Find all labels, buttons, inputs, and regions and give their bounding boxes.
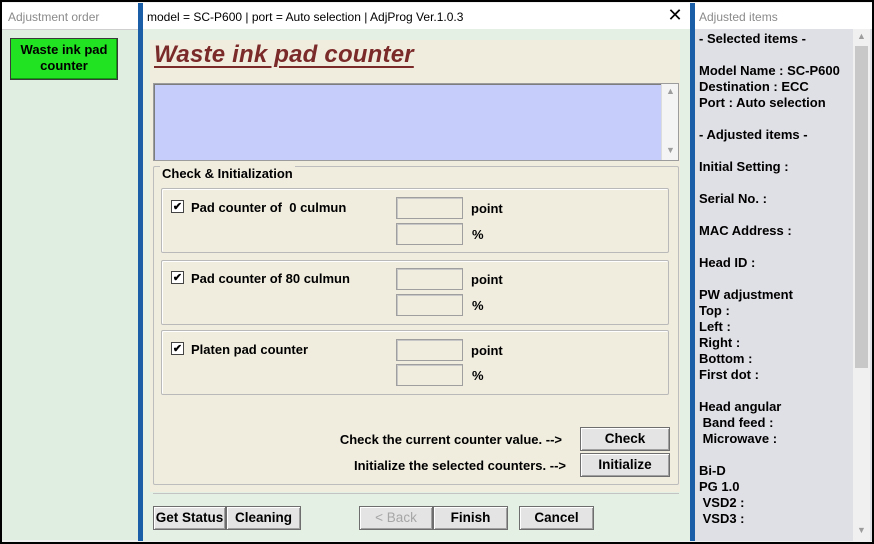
- platen-percent-field[interactable]: [396, 364, 463, 386]
- unit-percent: %: [472, 298, 484, 313]
- adjusted-item-line: Left :: [699, 319, 731, 334]
- adjusted-item-line: Serial No. :: [699, 191, 767, 206]
- window-title: model = SC-P600 | port = Auto selection …: [143, 3, 690, 29]
- group-label: Check & Initialization: [160, 166, 295, 181]
- scroll-down-icon[interactable]: ▼: [853, 525, 870, 535]
- adjusted-item-line: [699, 239, 853, 255]
- unit-point: point: [471, 272, 503, 287]
- adjusted-item-line: Band feed :: [699, 415, 774, 430]
- adjusted-item-line: Top :: [699, 303, 730, 318]
- adjustment-order-title: Adjustment order: [2, 3, 138, 29]
- close-icon[interactable]: ✕: [664, 4, 686, 26]
- check-hint: Check the current counter value. -->: [339, 432, 562, 447]
- check-button[interactable]: Check: [580, 427, 670, 451]
- adjusted-item-line: [699, 111, 853, 127]
- pad-80-point-field[interactable]: [396, 268, 463, 290]
- page-title: Waste ink pad counter: [154, 41, 414, 68]
- scroll-up-icon[interactable]: ▲: [853, 31, 870, 41]
- adjusted-item-line: [699, 271, 853, 287]
- pad-0-point-field[interactable]: [396, 197, 463, 219]
- cleaning-button[interactable]: Cleaning: [226, 506, 301, 530]
- info-textbox[interactable]: [153, 83, 679, 161]
- adjusted-item-line: VSD3 :: [699, 511, 745, 526]
- cancel-button[interactable]: Cancel: [519, 506, 594, 530]
- adjusted-item-line: Model Name : SC-P600: [699, 63, 840, 78]
- adjusted-item-line: PW adjustment: [699, 287, 793, 302]
- adjusted-item-line: First dot :: [699, 367, 759, 382]
- initialize-button[interactable]: Initialize: [580, 453, 670, 477]
- adjusted-item-line: Destination : ECC: [699, 79, 809, 94]
- adjusted-item-line: [699, 447, 853, 463]
- adjusted-item-line: PG 1.0: [699, 479, 740, 494]
- adjusted-item-line: [699, 175, 853, 191]
- scroll-up-icon[interactable]: ▲: [662, 86, 679, 96]
- checkbox-platen-pad[interactable]: ✔: [171, 342, 184, 355]
- pad-0-percent-field[interactable]: [396, 223, 463, 245]
- adjusted-items-title: Adjusted items: [695, 3, 872, 29]
- label-platen-pad: Platen pad counter: [191, 342, 309, 357]
- platen-point-field[interactable]: [396, 339, 463, 361]
- adjusted-item-line: Port : Auto selection: [699, 95, 826, 110]
- unit-point: point: [471, 201, 503, 216]
- adjusted-items-list: - Selected items - Model Name : SC-P600 De…: [699, 31, 853, 527]
- unit-percent: %: [472, 227, 484, 242]
- adjusted-item-line: VSD2 :: [699, 495, 745, 510]
- label-pad-0-culmun: Pad counter of 0 culmun: [191, 200, 347, 215]
- adjusted-item-line: [699, 383, 853, 399]
- adjustment-order-panel: [2, 29, 138, 540]
- adjusted-item-line: Head angular: [699, 399, 782, 414]
- adjusted-item-line: Right :: [699, 335, 741, 350]
- adjusted-item-line: [699, 143, 853, 159]
- unit-percent: %: [472, 368, 484, 383]
- adjusted-item-line: Microwave :: [699, 431, 778, 446]
- adjusted-item-line: - Selected items -: [699, 31, 806, 46]
- adjusted-item-line: [699, 47, 853, 63]
- adjusted-item-line: [699, 207, 853, 223]
- scrollbar-thumb[interactable]: [855, 46, 868, 368]
- get-status-button[interactable]: Get Status: [153, 506, 226, 530]
- scroll-down-icon[interactable]: ▼: [662, 145, 679, 155]
- checkbox-pad-0-culmun[interactable]: ✔: [171, 200, 184, 213]
- label-pad-80-culmun: Pad counter of 80 culmun: [191, 271, 350, 286]
- adjusted-item-line: Head ID :: [699, 255, 756, 270]
- finish-button[interactable]: Finish: [433, 506, 508, 530]
- pad-80-percent-field[interactable]: [396, 294, 463, 316]
- adjusted-item-line: Initial Setting :: [699, 159, 789, 174]
- adjusted-item-line: Bi-D: [699, 463, 726, 478]
- initialize-hint: Initialize the selected counters. -->: [353, 458, 566, 473]
- info-scrollbar[interactable]: ▲ ▼: [661, 84, 678, 160]
- checkbox-pad-80-culmun[interactable]: ✔: [171, 271, 184, 284]
- adjusted-item-line: MAC Address :: [699, 223, 792, 238]
- adjusted-item-line: Bottom :: [699, 351, 753, 366]
- footer-separator: [153, 493, 679, 494]
- unit-point: point: [471, 343, 503, 358]
- order-item-waste-ink-pad-counter[interactable]: Waste ink pad counter: [10, 38, 118, 80]
- back-button[interactable]: < Back: [359, 506, 433, 530]
- adjusted-item-line: - Adjusted items -: [699, 127, 808, 142]
